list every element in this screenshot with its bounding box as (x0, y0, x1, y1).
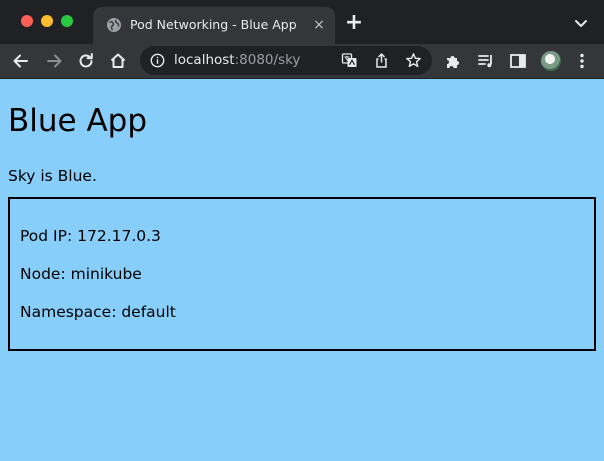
tab-pod-networking[interactable]: Pod Networking - Blue App × (93, 7, 335, 44)
zoom-window-button[interactable] (61, 15, 73, 27)
address-bar[interactable]: localhost:8080/sky (140, 46, 432, 75)
close-tab-icon[interactable]: × (310, 16, 328, 34)
browser-toolbar: localhost:8080/sky (0, 44, 604, 79)
extensions-icon[interactable] (443, 51, 463, 71)
url-host: localhost (174, 52, 235, 68)
close-window-button[interactable] (21, 15, 33, 27)
url-path: :8080/sky (234, 52, 301, 68)
url-text[interactable]: localhost:8080/sky (174, 52, 300, 69)
namespace-text: Namespace: default (20, 303, 176, 321)
side-panel-icon[interactable] (508, 51, 528, 71)
info-icon[interactable] (150, 53, 165, 68)
globe-icon (107, 18, 121, 32)
tab-strip: Pod Networking - Blue App × + (0, 0, 604, 44)
avatar[interactable] (541, 51, 561, 71)
page-subtitle: Sky is Blue. (8, 167, 97, 185)
back-icon[interactable] (11, 51, 31, 71)
reload-icon[interactable] (76, 51, 96, 71)
reading-list-icon[interactable] (476, 51, 496, 71)
new-tab-button[interactable]: + (344, 12, 364, 34)
chevron-down-icon[interactable] (572, 14, 590, 32)
forward-icon[interactable] (44, 51, 64, 71)
star-icon[interactable] (405, 52, 422, 69)
more-icon[interactable] (572, 51, 592, 71)
translate-icon[interactable] (341, 52, 358, 69)
page-content: Blue App Sky is Blue. Pod IP: 172.17.0.3… (0, 79, 604, 461)
home-icon[interactable] (108, 51, 128, 71)
minimize-window-button[interactable] (41, 15, 53, 27)
node-text: Node: minikube (20, 265, 142, 283)
browser-window: Pod Networking - Blue App × + localhost:… (0, 0, 604, 461)
pod-info-box: Pod IP: 172.17.0.3 Node: minikube Namesp… (8, 197, 596, 351)
pod-ip-text: Pod IP: 172.17.0.3 (20, 227, 161, 245)
page-title: Blue App (8, 103, 148, 139)
share-icon[interactable] (373, 52, 390, 69)
tab-title: Pod Networking - Blue App (130, 17, 297, 32)
